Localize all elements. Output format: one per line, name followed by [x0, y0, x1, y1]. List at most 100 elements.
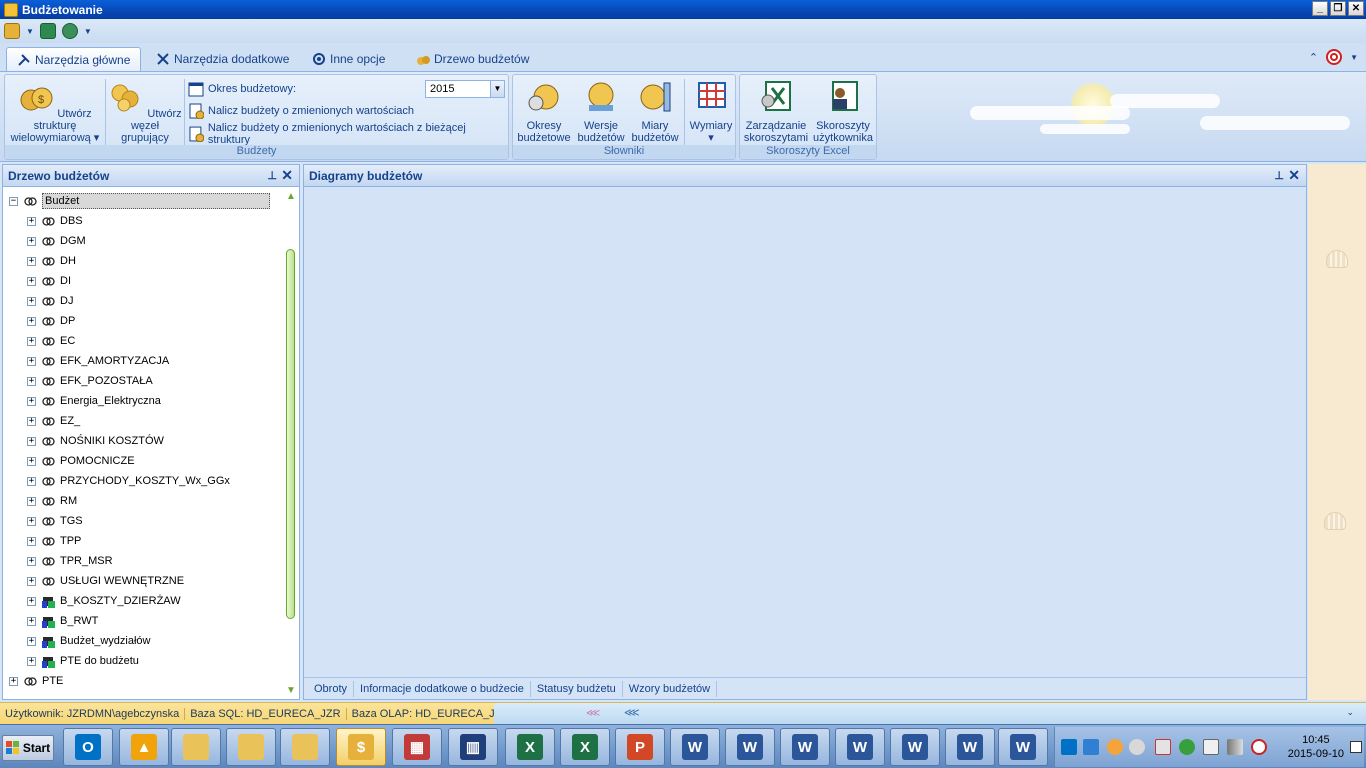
excel-export-icon[interactable] [39, 23, 56, 39]
tree-node[interactable]: + B_KOSZTY_DZIERŻAW [27, 591, 181, 611]
taskbar-button[interactable]: W [725, 728, 775, 766]
manage-workbooks-button[interactable]: Zarządzanie skoroszytami [742, 79, 810, 144]
chevron-down-icon[interactable]: ▼ [490, 81, 504, 97]
refresh-icon[interactable] [61, 23, 78, 39]
taskbar-button[interactable]: O [63, 728, 113, 766]
tab-narzedzia-dodatkowe[interactable]: Narzędzia dodatkowe [146, 47, 299, 71]
tree-node[interactable]: + POMOCNICZE [27, 451, 135, 471]
tree-node[interactable]: + TPP [27, 531, 81, 551]
expand-icon[interactable]: + [27, 616, 36, 626]
tree-node[interactable]: + EFK_AMORTYZACJA [27, 351, 169, 371]
expand-icon[interactable]: + [27, 376, 36, 386]
user-workbooks-button[interactable]: Skoroszyty użytkownika [810, 79, 876, 144]
expand-icon[interactable]: + [27, 516, 36, 526]
security-icon[interactable] [1155, 739, 1171, 755]
expand-icon[interactable]: + [27, 496, 36, 506]
taskbar-button[interactable]: $ [336, 728, 386, 766]
update-icon[interactable] [1107, 739, 1123, 755]
expand-icon[interactable]: + [27, 336, 36, 346]
taskbar-button[interactable]: X [560, 728, 610, 766]
tree-node[interactable]: + DH [27, 251, 76, 271]
taskbar-button[interactable]: ▦ [392, 728, 442, 766]
tree-node[interactable]: + DGM [27, 231, 86, 251]
disk-icon[interactable] [1129, 739, 1145, 755]
expand-icon[interactable]: + [27, 556, 36, 566]
signal-icon[interactable] [1227, 739, 1243, 755]
recalc-current-structure-button[interactable]: Nalicz budżety o zmienionych wartościach… [188, 122, 508, 146]
taskbar-button[interactable]: ▥ [448, 728, 498, 766]
expand-icon[interactable]: + [27, 596, 36, 606]
taskbar-button[interactable]: P [615, 728, 665, 766]
tree-node[interactable]: + DBS [27, 211, 83, 231]
network-app-icon[interactable] [1083, 739, 1099, 755]
tree-node[interactable]: + B_RWT [27, 611, 98, 631]
start-button[interactable]: Start [2, 735, 54, 761]
collapse-icon[interactable]: − [9, 196, 18, 206]
tree-node[interactable]: − Budżet [9, 191, 270, 211]
taskbar-button[interactable] [171, 728, 221, 766]
close-icon[interactable]: ✕ [1288, 167, 1300, 184]
customize-toolbar-icon[interactable]: ▼ [84, 27, 92, 36]
budget-versions-button[interactable]: Wersje budżetów [573, 79, 629, 144]
tree-scrollbar[interactable]: ▲ ▼ [285, 191, 297, 697]
help-lifebuoy-icon[interactable] [1326, 49, 1343, 65]
taskbar-button[interactable]: W [998, 728, 1048, 766]
expand-icon[interactable]: + [27, 236, 36, 246]
taskbar-button[interactable]: W [670, 728, 720, 766]
tab-wzory-budzetow[interactable]: Wzory budżetów [623, 680, 718, 697]
pin-icon[interactable]: ⊥ [267, 169, 277, 182]
expand-icon[interactable]: + [27, 436, 36, 446]
tree-node[interactable]: + DJ [27, 291, 73, 311]
create-group-node-button[interactable]: Utwórz węzeł grupujący [107, 79, 183, 144]
expand-icon[interactable]: + [9, 676, 18, 686]
expand-icon[interactable]: + [27, 416, 36, 426]
expand-icon[interactable]: + [27, 536, 36, 546]
collapse-ribbon-icon[interactable]: ⌃ [1309, 51, 1318, 64]
tree-node[interactable]: + EZ_ [27, 411, 80, 431]
tree-node[interactable]: + DI [27, 271, 71, 291]
expand-icon[interactable]: + [27, 276, 36, 286]
budget-measures-button[interactable]: Miary budżetów [627, 79, 683, 144]
taskbar-button[interactable]: W [835, 728, 885, 766]
tab-narzedzia-glowne[interactable]: Narzędzia główne [6, 47, 142, 71]
tree-node[interactable]: + Budżet_wydziałów [27, 631, 151, 651]
close-icon[interactable]: ✕ [281, 167, 293, 184]
device-icon[interactable] [1203, 739, 1219, 755]
expand-icon[interactable]: + [27, 256, 36, 266]
taskbar-button[interactable]: ▲ [119, 728, 169, 766]
chevron-down-icon[interactable]: ⌄ [1346, 707, 1354, 718]
tree-node[interactable]: + PRZYCHODY_KOSZTY_Wx_GGx [27, 471, 230, 491]
volume-muted-icon[interactable] [1251, 739, 1267, 755]
taskbar-button[interactable] [226, 728, 276, 766]
clock[interactable]: 10:45 2015-09-10 [1288, 733, 1344, 761]
tab-drzewo-budzetow[interactable]: Drzewo budżetów [406, 47, 539, 71]
recalc-changed-button[interactable]: Nalicz budżety o zmienionych wartościach [188, 102, 414, 120]
expand-icon[interactable]: + [27, 216, 36, 226]
expand-icon[interactable]: + [27, 636, 36, 646]
tab-inne-opcje[interactable]: Inne opcje [302, 47, 395, 71]
show-desktop-icon[interactable] [1350, 741, 1362, 753]
tab-obroty[interactable]: Obroty [308, 680, 355, 697]
money-bags-icon[interactable] [4, 23, 20, 39]
sync-icon[interactable] [1179, 739, 1195, 755]
scroll-down-icon[interactable]: ▼ [285, 685, 297, 697]
restore-button[interactable]: ❐ [1330, 1, 1346, 16]
tree-node[interactable]: + RM [27, 491, 77, 511]
scroll-up-icon[interactable]: ▲ [285, 191, 297, 203]
dropdown-arrow-icon[interactable]: ▼ [26, 27, 34, 36]
tree-node[interactable]: + EC [27, 331, 75, 351]
scroll-thumb[interactable] [286, 249, 295, 619]
taskbar-button[interactable]: W [890, 728, 940, 766]
tree-node[interactable]: + USŁUGI WEWNĘTRZNE [27, 571, 184, 591]
expand-icon[interactable]: + [27, 316, 36, 326]
expand-icon[interactable]: + [27, 456, 36, 466]
tree-node[interactable]: + PTE do budżetu [27, 651, 139, 671]
create-multidim-structure-button[interactable]: $ Utwórz strukturę wielowymiarową ▾ [7, 79, 103, 144]
tree-node[interactable]: + Energia_Elektryczna [27, 391, 161, 411]
tree-node[interactable]: + EFK_POZOSTAŁA [27, 371, 153, 391]
tab-statusy-budzetu[interactable]: Statusy budżetu [531, 680, 623, 697]
budget-period-select[interactable]: 2015 ▼ [425, 80, 505, 98]
minimize-button[interactable]: _ [1312, 1, 1328, 16]
dropdown-arrow-icon[interactable]: ▼ [1350, 53, 1358, 62]
expand-icon[interactable]: + [27, 296, 36, 306]
